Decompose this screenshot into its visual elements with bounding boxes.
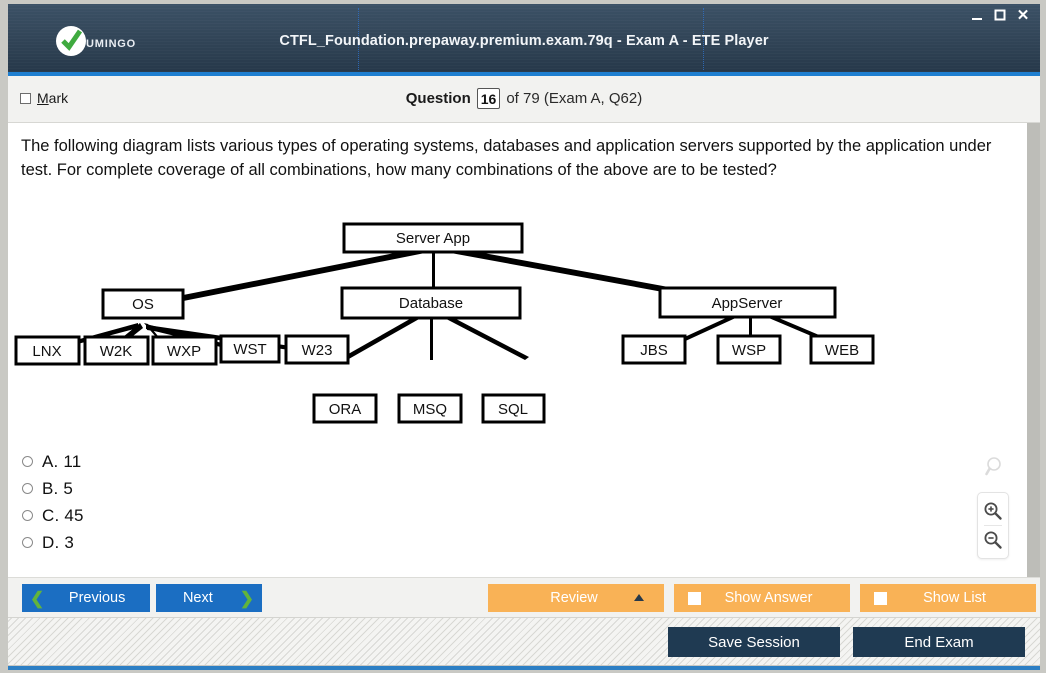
question-number-field[interactable]: 16 xyxy=(476,88,501,109)
magnifier-icon xyxy=(985,456,1007,483)
footer-accent-line xyxy=(8,666,1040,670)
node-label-os-child-4: W23 xyxy=(302,342,333,359)
node-label-app-child-0: JBS xyxy=(640,342,668,359)
next-button-label: Next xyxy=(182,590,213,606)
node-label-os-child-3: WST xyxy=(233,341,266,358)
content-scroll-gutter[interactable] xyxy=(1027,123,1040,577)
option-a-radio[interactable] xyxy=(22,456,33,467)
zoom-out-icon[interactable] xyxy=(978,526,1008,554)
show-answer-label: Show Answer xyxy=(724,590,813,606)
node-label-database: Database xyxy=(399,295,463,312)
question-text: The following diagram lists various type… xyxy=(21,137,992,179)
show-answer-button[interactable]: Show Answer xyxy=(674,584,850,612)
show-list-checkbox[interactable] xyxy=(874,591,887,605)
combination-tree-diagram: Server App OS Database AppServer LNX W2K xyxy=(8,218,1027,443)
question-total-text: of 79 (Exam A, Q62) xyxy=(506,90,643,107)
show-list-label: Show List xyxy=(923,590,986,606)
previous-button[interactable]: ❮ Previous xyxy=(22,584,150,612)
save-session-button[interactable]: Save Session xyxy=(668,627,840,657)
option-b-label: B. 5 xyxy=(42,478,74,498)
window-title: CTFL_Foundation.prepaway.premium.exam.79… xyxy=(279,33,769,49)
node-label-db-child-0: ORA xyxy=(329,401,362,418)
option-d-label: D. 3 xyxy=(42,532,74,552)
previous-button-label: Previous xyxy=(68,590,126,606)
node-label-os-child-0: LNX xyxy=(32,343,61,360)
node-label-os-child-1: W2K xyxy=(100,343,133,360)
node-label-db-child-2: SQL xyxy=(498,401,528,418)
node-label-root: Server App xyxy=(396,230,470,247)
window-left-rail xyxy=(0,0,8,673)
review-button-label: Review xyxy=(550,590,598,606)
minimize-icon[interactable] xyxy=(970,8,984,22)
action-toolbar: ❮ Previous Next ❯ Review Show Answer Sho… xyxy=(8,577,1040,617)
option-c-label: C. 45 xyxy=(42,505,84,525)
ete-player-window: UMINGO CTFL_Foundation.prepaway.premium.… xyxy=(0,0,1046,673)
option-d[interactable]: D. 3 xyxy=(22,529,84,556)
question-counter: Question 16 of 79 (Exam A, Q62) xyxy=(8,88,1040,109)
show-list-button[interactable]: Show List xyxy=(860,584,1036,612)
title-bar: UMINGO CTFL_Foundation.prepaway.premium.… xyxy=(8,4,1040,72)
question-word: Question xyxy=(405,90,471,107)
maximize-icon[interactable] xyxy=(993,8,1007,22)
chevron-up-icon xyxy=(634,594,644,601)
node-label-os-child-2: WXP xyxy=(167,343,201,360)
answer-options: A. 11 B. 5 C. 45 D. 3 xyxy=(22,448,84,556)
option-a[interactable]: A. 11 xyxy=(22,448,84,475)
window-controls: ✕ xyxy=(970,8,1030,23)
option-b-radio[interactable] xyxy=(22,483,33,494)
option-c-radio[interactable] xyxy=(22,510,33,521)
node-label-appserver: AppServer xyxy=(712,295,783,312)
node-label-app-child-2: WEB xyxy=(825,342,859,359)
footer-bar: Save Session End Exam xyxy=(8,617,1040,665)
next-button[interactable]: Next ❯ xyxy=(156,584,262,612)
close-icon[interactable]: ✕ xyxy=(1016,8,1030,23)
zoom-button-panel xyxy=(977,492,1009,559)
node-label-os: OS xyxy=(132,296,154,313)
option-a-label: A. 11 xyxy=(42,451,82,471)
chevron-right-icon: ❯ xyxy=(239,588,254,608)
option-b[interactable]: B. 5 xyxy=(22,475,84,502)
show-answer-checkbox[interactable] xyxy=(688,591,701,605)
option-d-radio[interactable] xyxy=(22,537,33,548)
zoom-in-icon[interactable] xyxy=(978,497,1008,525)
review-button[interactable]: Review xyxy=(488,584,664,612)
node-label-db-child-1: MSQ xyxy=(413,401,447,418)
question-header-bar: Mark Question 16 of 79 (Exam A, Q62) xyxy=(8,76,1040,123)
end-exam-button[interactable]: End Exam xyxy=(853,627,1025,657)
node-label-app-child-1: WSP xyxy=(732,342,766,359)
chevron-left-icon: ❮ xyxy=(30,588,45,608)
option-c[interactable]: C. 45 xyxy=(22,502,84,529)
question-content-area: The following diagram lists various type… xyxy=(8,123,1027,577)
